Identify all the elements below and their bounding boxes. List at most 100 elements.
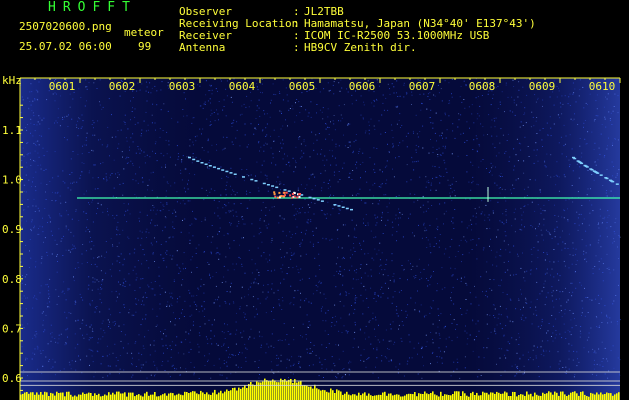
level-bar bbox=[242, 387, 244, 400]
level-bar bbox=[446, 394, 448, 400]
level-bar bbox=[338, 390, 340, 400]
level-bar bbox=[576, 393, 578, 400]
x-tick-label: 0605 bbox=[289, 80, 316, 93]
level-bar bbox=[472, 391, 474, 400]
level-bar bbox=[272, 379, 274, 400]
level-bar bbox=[382, 392, 384, 400]
level-bar bbox=[244, 385, 246, 400]
x-tick-label: 0601 bbox=[49, 80, 76, 93]
level-bar bbox=[480, 395, 482, 400]
meteor-trail-segment bbox=[275, 186, 279, 189]
level-bar bbox=[308, 386, 310, 400]
level-bar bbox=[464, 393, 466, 400]
level-bar bbox=[34, 394, 36, 400]
y-axis: kHz 1.1 1.0 0.9 0.8 0.7 0.6 bbox=[2, 74, 23, 400]
level-bar bbox=[184, 391, 186, 400]
level-bar bbox=[520, 394, 522, 400]
level-bar bbox=[254, 385, 256, 400]
level-bar bbox=[108, 392, 110, 400]
level-bar bbox=[252, 384, 254, 400]
level-bar bbox=[178, 393, 180, 400]
level-bar bbox=[432, 391, 434, 400]
level-bar bbox=[306, 385, 308, 400]
level-bar bbox=[336, 389, 338, 400]
level-bar bbox=[154, 392, 156, 400]
level-bar bbox=[58, 393, 60, 400]
meteor-trail-segment bbox=[192, 158, 196, 161]
level-bar bbox=[584, 394, 586, 400]
level-bar bbox=[134, 396, 136, 400]
level-bar bbox=[168, 393, 170, 400]
level-bar bbox=[342, 394, 344, 400]
level-bar bbox=[618, 392, 620, 400]
level-bar bbox=[538, 395, 540, 400]
level-bar bbox=[250, 382, 252, 400]
meteor-head-pixel bbox=[298, 193, 301, 196]
level-bar bbox=[28, 393, 30, 400]
level-bar bbox=[564, 394, 566, 400]
level-bar bbox=[322, 389, 324, 400]
meteor-trail-segment bbox=[320, 200, 324, 202]
level-bar bbox=[420, 393, 422, 400]
meteor-trail-segment bbox=[283, 189, 287, 191]
level-bar bbox=[462, 391, 464, 400]
level-bar bbox=[422, 394, 424, 400]
meteor-head-pixel bbox=[274, 195, 277, 198]
level-bar bbox=[590, 392, 592, 400]
x-tick-label: 0610 bbox=[589, 80, 616, 93]
level-bar bbox=[200, 390, 202, 400]
level-bar bbox=[562, 391, 564, 400]
level-bar bbox=[380, 394, 382, 400]
level-bar bbox=[48, 396, 50, 400]
level-bar bbox=[170, 392, 172, 400]
meteor-trail-segment bbox=[254, 180, 258, 182]
level-bar bbox=[546, 393, 548, 400]
level-bar bbox=[78, 394, 80, 400]
level-bar bbox=[488, 394, 490, 400]
level-bar bbox=[160, 395, 162, 400]
level-bar bbox=[604, 394, 606, 400]
level-bar bbox=[330, 388, 332, 400]
level-bar bbox=[332, 390, 334, 400]
level-bar bbox=[66, 391, 68, 400]
meteor-head-pixel bbox=[298, 196, 301, 198]
level-bar bbox=[158, 396, 160, 400]
level-bar bbox=[114, 394, 116, 400]
level-bar bbox=[414, 392, 416, 400]
level-bar bbox=[30, 392, 32, 400]
level-bar bbox=[212, 392, 214, 400]
level-bar bbox=[348, 394, 350, 400]
level-bar bbox=[514, 392, 516, 400]
level-bar bbox=[164, 393, 166, 400]
meteor-trail-segment bbox=[250, 178, 254, 181]
level-bar bbox=[228, 391, 230, 400]
level-bar bbox=[92, 395, 94, 400]
level-bar bbox=[454, 391, 456, 400]
spectrogram-chart: 0601 0602 0603 0604 0605 0606 0607 0608 0609 0610… bbox=[2, 74, 621, 400]
meteor-trail-segment bbox=[225, 170, 229, 173]
level-bar bbox=[120, 393, 122, 400]
level-bar bbox=[524, 395, 526, 400]
level-bar bbox=[238, 387, 240, 400]
meteor-trail-segment bbox=[229, 172, 233, 174]
level-bar bbox=[530, 393, 532, 400]
level-bar bbox=[234, 387, 236, 400]
level-bar bbox=[72, 396, 74, 400]
meteor-head-pixel bbox=[291, 193, 294, 195]
level-bar bbox=[568, 394, 570, 400]
level-bar bbox=[490, 392, 492, 400]
level-bar bbox=[190, 392, 192, 400]
meteor-trail-segment bbox=[596, 172, 600, 174]
level-bar bbox=[532, 396, 534, 400]
level-bar bbox=[550, 392, 552, 400]
meteor-trail-segment bbox=[200, 162, 204, 164]
level-bar bbox=[196, 393, 198, 400]
level-bar bbox=[38, 394, 40, 400]
level-bar bbox=[280, 378, 282, 400]
level-bar bbox=[126, 396, 128, 400]
meteor-trail-segment bbox=[341, 206, 345, 208]
level-bar bbox=[210, 394, 212, 400]
level-bar bbox=[62, 392, 64, 400]
level-bar bbox=[124, 392, 126, 400]
x-tick-label: 0602 bbox=[109, 80, 136, 93]
